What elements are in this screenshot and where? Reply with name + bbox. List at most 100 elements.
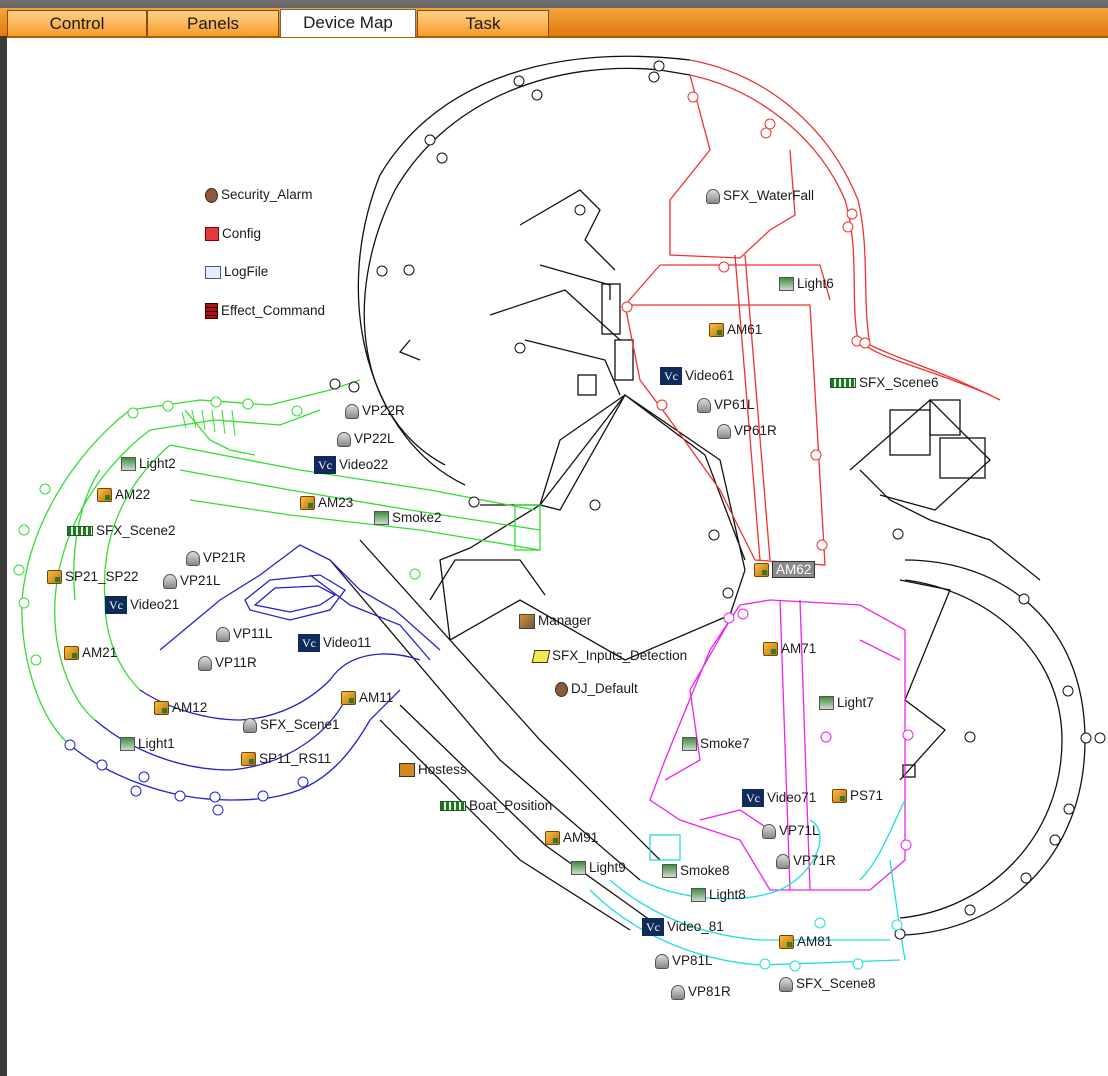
device-am11[interactable]: AM11 [341, 689, 393, 707]
device-vp21l[interactable]: VP21L [163, 572, 221, 590]
device-video21[interactable]: Vc Video21 [105, 596, 179, 615]
light-icon [779, 277, 794, 292]
device-am62[interactable]: AM62 [754, 561, 816, 579]
video-icon: Vc [742, 789, 764, 808]
audio-module-icon [709, 323, 724, 338]
device-am81[interactable]: AM81 [779, 933, 832, 951]
device-light1[interactable]: Light1 [120, 735, 175, 753]
audio-module-icon [754, 563, 769, 578]
device-vp11l[interactable]: VP11L [216, 625, 273, 643]
device-vp61l[interactable]: VP61L [697, 396, 755, 414]
device-vp21r[interactable]: VP21R [186, 549, 246, 567]
audio-module-icon [47, 570, 62, 585]
device-vp71r[interactable]: VP71R [776, 852, 836, 870]
device-smoke8[interactable]: Smoke8 [662, 862, 730, 880]
device-sp21-sp22[interactable]: SP21_SP22 [47, 568, 139, 586]
device-sp11-rs11[interactable]: SP11_RS11 [241, 750, 331, 768]
scene-icon [440, 801, 466, 812]
logfile-icon [205, 265, 221, 279]
config-icon [205, 227, 219, 242]
audio-module-icon [97, 488, 112, 503]
speaker-icon [779, 976, 793, 992]
device-sfx-scene2[interactable]: SFX_Scene2 [67, 522, 176, 540]
device-ps71[interactable]: PS71 [832, 787, 883, 805]
device-vp81l[interactable]: VP81L [655, 952, 713, 970]
video-icon: Vc [298, 634, 320, 653]
device-sfx-inputs-detection[interactable]: SFX_Inputs_Detection [531, 647, 687, 665]
device-light2[interactable]: Light2 [121, 455, 176, 473]
light-icon [571, 861, 586, 876]
smoke-icon [662, 864, 677, 879]
device-vp81r[interactable]: VP81R [671, 983, 731, 1001]
device-am71[interactable]: AM71 [763, 640, 816, 658]
video-icon: Vc [105, 596, 127, 615]
zone-green-stair [181, 409, 236, 437]
audio-module-icon [341, 691, 356, 706]
device-am61[interactable]: AM61 [709, 321, 762, 339]
speaker-icon [216, 626, 230, 642]
device-sfx-waterfall[interactable]: SFX_WaterFall [706, 187, 814, 205]
smoke-icon [682, 737, 697, 752]
device-smoke7[interactable]: Smoke7 [682, 735, 750, 753]
device-am21[interactable]: AM21 [64, 644, 117, 662]
legend-security-alarm[interactable]: Security_Alarm [205, 186, 313, 204]
zone-green [21, 379, 541, 746]
device-vp22l[interactable]: VP22L [337, 430, 395, 448]
device-manager[interactable]: Manager [519, 612, 591, 630]
audio-module-icon [241, 752, 256, 767]
device-light9[interactable]: Light9 [571, 859, 626, 877]
speaker-icon [697, 397, 711, 413]
speaker-icon [717, 423, 731, 439]
legend-effect-command[interactable]: Effect_Command [205, 302, 325, 320]
light-icon [121, 457, 136, 472]
device-smoke2[interactable]: Smoke2 [374, 509, 442, 527]
light-icon [691, 888, 706, 903]
device-am23[interactable]: AM23 [300, 494, 353, 512]
dj-icon [555, 681, 568, 697]
alarm-icon [205, 187, 218, 203]
speaker-icon [762, 823, 776, 839]
legend-config[interactable]: Config [205, 225, 261, 243]
device-dj-default[interactable]: DJ_Default [555, 680, 638, 698]
speaker-icon [671, 984, 685, 1000]
device-hostess[interactable]: Hostess [399, 761, 467, 779]
light-icon [819, 696, 834, 711]
device-sfx-scene6[interactable]: SFX_Scene6 [830, 374, 939, 392]
device-vp71l[interactable]: VP71L [762, 822, 820, 840]
device-light7[interactable]: Light7 [819, 694, 874, 712]
device-light8[interactable]: Light8 [691, 886, 746, 904]
device-video11[interactable]: Vc Video11 [298, 634, 371, 653]
effect-command-icon [205, 303, 218, 320]
speaker-icon [776, 853, 790, 869]
device-video-81[interactable]: Vc Video_81 [642, 918, 724, 937]
device-vp11r[interactable]: VP11R [198, 654, 257, 672]
device-video22[interactable]: Vc Video22 [314, 456, 388, 475]
device-am91[interactable]: AM91 [545, 829, 598, 847]
scene-icon [67, 526, 93, 537]
legend-logfile[interactable]: LogFile [205, 263, 268, 281]
speaker-icon [198, 655, 212, 671]
video-icon: Vc [642, 918, 664, 937]
device-sfx-scene8[interactable]: SFX_Scene8 [779, 975, 876, 993]
speaker-icon [243, 717, 257, 733]
speaker-icon [337, 431, 351, 447]
speaker-icon [186, 550, 200, 566]
audio-module-icon [64, 646, 79, 661]
device-video71[interactable]: Vc Video71 [742, 789, 816, 808]
device-am22[interactable]: AM22 [97, 486, 150, 504]
speaker-icon [163, 573, 177, 589]
audio-module-icon [300, 496, 315, 511]
device-light6[interactable]: Light6 [779, 275, 834, 293]
audio-module-icon [779, 935, 794, 950]
device-vp22r[interactable]: VP22R [345, 402, 405, 420]
device-sfx-scene1[interactable]: SFX_Scene1 [243, 716, 340, 734]
hostess-icon [399, 763, 415, 778]
device-video61[interactable]: Vc Video61 [660, 367, 734, 386]
device-vp61r[interactable]: VP61R [717, 422, 777, 440]
speaker-icon [706, 188, 720, 204]
device-am12[interactable]: AM12 [154, 699, 207, 717]
zone-red [624, 59, 1001, 566]
video-icon: Vc [660, 367, 682, 386]
device-boat-position[interactable]: Boat_Position [440, 797, 552, 815]
sfx-input-icon [531, 649, 551, 663]
